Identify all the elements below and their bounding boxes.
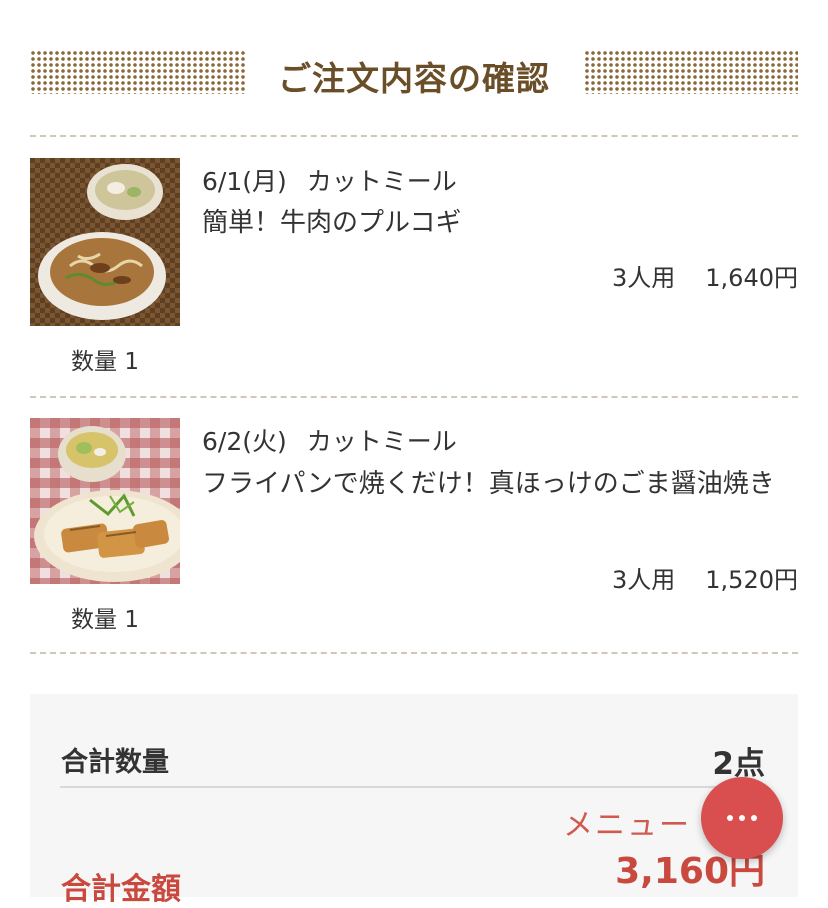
item-date: 6/1(月) xyxy=(202,167,287,196)
item-name: 簡単！牛肉のプルコギ xyxy=(202,208,462,238)
more-horizontal-icon xyxy=(751,815,757,821)
item-quantity: 数量 1 xyxy=(71,349,139,375)
item-delivery-info: 6/2(火) カットミール xyxy=(202,422,457,458)
item-servings: 3人用 xyxy=(612,264,676,292)
order-summary: 合計数量 2点 3,160円 合計金額 xyxy=(30,694,798,907)
dashed-divider xyxy=(30,396,798,398)
menu-label[interactable]: メニュー xyxy=(563,800,691,844)
order-item: 数量 1 6/1(月) カットミール 簡単！牛肉のプルコギ 3人用 1,640円 xyxy=(30,158,798,378)
item-price-line: 3人用 1,520円 xyxy=(612,560,798,595)
item-price-line: 3人用 1,640円 xyxy=(612,258,798,293)
page-header: ご注文内容の確認 xyxy=(30,48,798,98)
dashed-divider xyxy=(30,135,798,137)
product-image-hokke xyxy=(30,418,180,584)
product-image-bulgogi xyxy=(30,158,180,326)
item-quantity: 数量 1 xyxy=(71,607,139,633)
item-delivery-info: 6/1(月) カットミール xyxy=(202,162,457,198)
item-date: 6/2(火) xyxy=(202,427,287,456)
dotted-pattern-right xyxy=(584,50,798,94)
total-amount-label: 合計金額 xyxy=(61,872,181,907)
menu-button[interactable] xyxy=(701,777,783,859)
item-price: 1,520円 xyxy=(705,566,798,594)
item-price: 1,640円 xyxy=(705,264,798,292)
dashed-divider xyxy=(30,652,798,654)
item-type: カットミール xyxy=(306,427,457,456)
item-type: カットミール xyxy=(306,167,457,196)
item-name: フライパンで焼くだけ！真ほっけのごま醤油焼き xyxy=(202,469,775,499)
order-item: 数量 1 6/2(火) カットミール フライパンで焼くだけ！真ほっけのごま醤油焼き… xyxy=(30,418,798,638)
summary-divider xyxy=(60,786,768,788)
total-quantity-label: 合計数量 xyxy=(61,747,169,778)
more-horizontal-icon xyxy=(727,815,733,821)
item-servings: 3人用 xyxy=(612,566,676,594)
more-horizontal-icon xyxy=(739,815,745,821)
